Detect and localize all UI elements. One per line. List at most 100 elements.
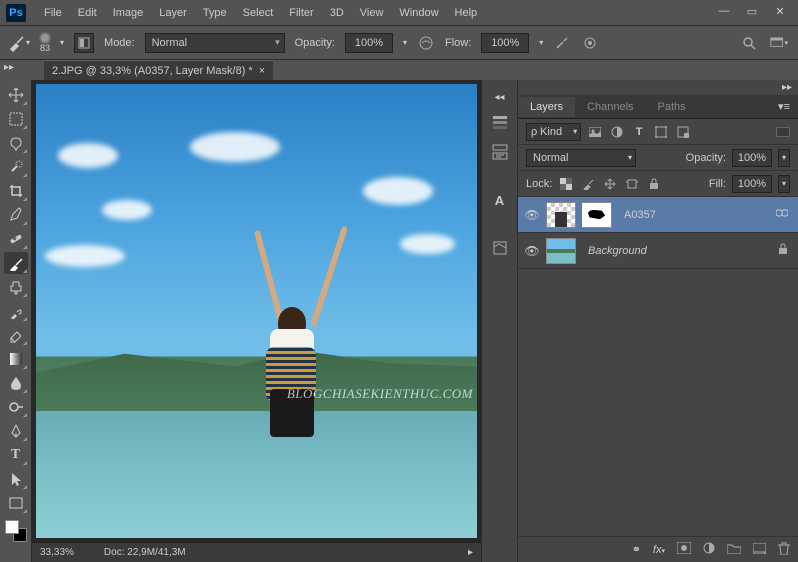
layer-thumbnail[interactable] [546, 202, 576, 228]
tab-layers[interactable]: Layers [518, 97, 575, 117]
expand-dock-icon[interactable]: ◂◂ [488, 90, 510, 105]
layer-row[interactable]: 👁 Background [518, 233, 798, 269]
zoom-level[interactable]: 33,33% [40, 547, 74, 558]
canvas[interactable]: BLOGCHIASEKIENTHUC.COM [36, 84, 477, 538]
search-icon[interactable] [740, 34, 758, 52]
menu-image[interactable]: Image [105, 3, 152, 23]
close-button[interactable]: ✕ [770, 3, 790, 19]
menu-3d[interactable]: 3D [322, 3, 352, 23]
visibility-toggle-icon[interactable]: 👁 [524, 244, 540, 258]
doc-size[interactable]: Doc: 22,9M/41,3M [104, 547, 186, 558]
pen-tool[interactable] [4, 420, 28, 442]
lasso-tool[interactable] [4, 132, 28, 154]
link-layers-icon[interactable]: ⚭ [632, 543, 641, 556]
layer-row[interactable]: 👁 A0357 [518, 197, 798, 233]
delete-layer-icon[interactable] [778, 542, 790, 558]
menu-view[interactable]: View [352, 3, 392, 23]
filter-type-icon[interactable]: T [631, 124, 647, 140]
blend-mode-select[interactable]: Normal [145, 33, 285, 53]
maximize-button[interactable]: ▭ [742, 3, 762, 19]
history-brush-tool[interactable] [4, 300, 28, 322]
type-tool[interactable]: T [4, 444, 28, 466]
menu-filter[interactable]: Filter [281, 3, 321, 23]
menu-edit[interactable]: Edit [70, 3, 105, 23]
menu-select[interactable]: Select [235, 3, 282, 23]
menu-bar: Ps File Edit Image Layer Type Select Fil… [0, 0, 798, 26]
clone-stamp-tool[interactable] [4, 276, 28, 298]
properties-panel-icon[interactable] [486, 139, 514, 165]
move-tool[interactable] [4, 84, 28, 106]
status-menu-icon[interactable]: ▸ [468, 547, 473, 558]
document-tab[interactable]: 2.JPG @ 33,3% (A0357, Layer Mask/8) * × [44, 60, 273, 80]
opacity-input[interactable]: 100% [345, 33, 393, 53]
healing-brush-tool[interactable] [4, 228, 28, 250]
layer-thumbnail[interactable] [546, 238, 576, 264]
menu-window[interactable]: Window [391, 3, 446, 23]
layer-blend-mode-select[interactable]: Normal [526, 149, 636, 167]
foreground-color-swatch[interactable] [5, 520, 19, 534]
flow-input[interactable]: 100% [481, 33, 529, 53]
chevron-down-icon[interactable]: ▾ [778, 175, 790, 193]
add-mask-icon[interactable] [677, 542, 691, 557]
filter-pixel-icon[interactable] [587, 124, 603, 140]
brush-preset-picker[interactable]: 83 [40, 33, 50, 53]
menu-type[interactable]: Type [195, 3, 235, 23]
pressure-size-icon[interactable] [581, 34, 599, 52]
adjustment-layer-icon[interactable] [703, 542, 715, 557]
color-swatches[interactable] [5, 520, 27, 542]
dodge-tool[interactable] [4, 396, 28, 418]
marquee-tool[interactable] [4, 108, 28, 130]
new-group-icon[interactable] [727, 543, 741, 557]
lock-pixels-icon[interactable] [580, 176, 596, 192]
libraries-panel-icon[interactable] [486, 235, 514, 261]
lock-all-icon[interactable] [646, 176, 662, 192]
filter-smartobject-icon[interactable] [675, 124, 691, 140]
chevron-down-icon[interactable]: ▾ [403, 38, 407, 47]
panel-menu-icon[interactable]: ▾≡ [770, 96, 798, 117]
fill-input[interactable]: 100% [732, 175, 772, 193]
tab-paths[interactable]: Paths [646, 97, 698, 117]
eraser-tool[interactable] [4, 324, 28, 346]
filter-shape-icon[interactable] [653, 124, 669, 140]
lock-transparency-icon[interactable] [558, 176, 574, 192]
layer-mask-thumbnail[interactable] [582, 202, 612, 228]
menu-help[interactable]: Help [447, 3, 486, 23]
blur-tool[interactable] [4, 372, 28, 394]
filter-type-select[interactable]: ρ Kind [526, 123, 581, 141]
layer-style-icon[interactable]: fx▾ [653, 544, 665, 556]
visibility-toggle-icon[interactable]: 👁 [524, 208, 540, 222]
filter-adjustment-icon[interactable] [609, 124, 625, 140]
new-layer-icon[interactable] [753, 543, 766, 557]
link-icon[interactable] [776, 208, 792, 221]
menu-file[interactable]: File [36, 3, 70, 23]
toggle-brush-panel-button[interactable] [74, 33, 94, 53]
lock-position-icon[interactable] [602, 176, 618, 192]
character-panel-icon[interactable]: A [486, 187, 514, 213]
path-select-tool[interactable] [4, 468, 28, 490]
tool-preset-picker[interactable]: ▾ [8, 32, 30, 54]
menu-layer[interactable]: Layer [151, 3, 195, 23]
filter-toggle[interactable] [776, 127, 790, 137]
airbrush-icon[interactable] [553, 34, 571, 52]
layer-name[interactable]: A0357 [618, 209, 770, 221]
gradient-tool[interactable] [4, 348, 28, 370]
history-panel-icon[interactable] [486, 109, 514, 135]
workspace-menu-icon[interactable]: ▾ [770, 34, 788, 52]
pressure-opacity-icon[interactable] [417, 34, 435, 52]
chevron-down-icon[interactable]: ▾ [60, 38, 64, 47]
minimize-button[interactable]: — [714, 3, 734, 19]
lock-artboard-icon[interactable] [624, 176, 640, 192]
layer-opacity-input[interactable]: 100% [732, 149, 772, 167]
layer-name[interactable]: Background [582, 245, 772, 257]
brush-tool[interactable] [4, 252, 28, 274]
rectangle-tool[interactable] [4, 492, 28, 514]
tab-channels[interactable]: Channels [575, 97, 645, 117]
chevron-down-icon[interactable]: ▾ [778, 149, 790, 167]
eyedropper-tool[interactable] [4, 204, 28, 226]
expand-dock-icon[interactable]: ▸▸ [4, 62, 14, 73]
chevron-down-icon[interactable]: ▾ [539, 38, 543, 47]
collapse-dock-icon[interactable]: ▸▸ [776, 80, 798, 95]
quick-select-tool[interactable] [4, 156, 28, 178]
close-tab-icon[interactable]: × [259, 65, 265, 77]
crop-tool[interactable] [4, 180, 28, 202]
